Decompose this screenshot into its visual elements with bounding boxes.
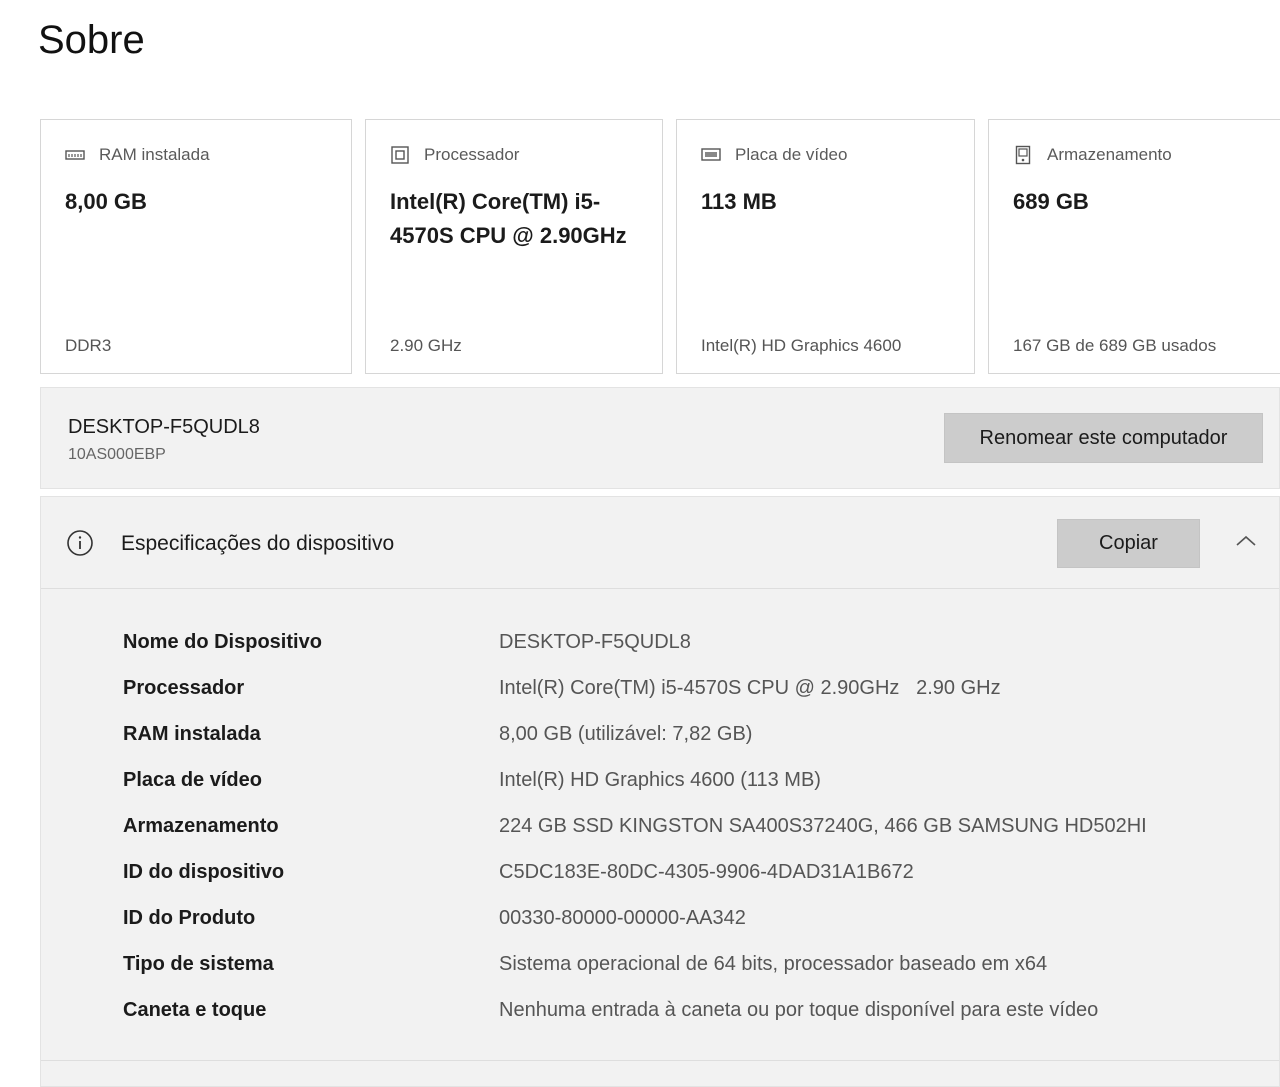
spec-value: C5DC183E-80DC-4305-9906-4DAD31A1B672 bbox=[499, 861, 914, 883]
spec-value: DESKTOP-F5QUDL8 bbox=[499, 631, 691, 653]
page-title: Sobre bbox=[38, 18, 145, 62]
device-specifications-section: Especificações do dispositivo Copiar Nom… bbox=[40, 496, 1280, 1087]
spec-row: Nome do Dispositivo DESKTOP-F5QUDL8 bbox=[41, 619, 1279, 665]
ram-card: RAM instalada 8,00 GB DDR3 bbox=[40, 119, 352, 374]
spec-key: Tipo de sistema bbox=[123, 953, 274, 975]
ram-icon bbox=[65, 145, 85, 165]
computer-model: 10AS000EBP bbox=[68, 446, 166, 463]
card-label: Placa de vídeo bbox=[735, 145, 848, 164]
graphics-card: Placa de vídeo 113 MB Intel(R) HD Graphi… bbox=[676, 119, 975, 374]
graphics-card-icon bbox=[701, 145, 721, 165]
computer-name: DESKTOP-F5QUDL8 bbox=[68, 416, 260, 438]
spec-value: Nenhuma entrada à caneta ou por toque di… bbox=[499, 999, 1099, 1021]
computer-name-section: DESKTOP-F5QUDL8 10AS000EBP Renomear este… bbox=[40, 387, 1280, 489]
spec-key: Armazenamento bbox=[123, 815, 279, 837]
card-detail: 2.90 GHz bbox=[390, 336, 462, 355]
spec-value: 00330-80000-00000-AA342 bbox=[499, 907, 746, 929]
card-detail: 167 GB de 689 GB usados bbox=[1013, 336, 1217, 355]
spec-key: RAM instalada bbox=[123, 723, 261, 745]
spec-row: ID do dispositivo C5DC183E-80DC-4305-990… bbox=[41, 849, 1279, 895]
processor-card: Processador Intel(R) Core(TM) i5-4570S C… bbox=[365, 119, 663, 374]
specs-header[interactable]: Especificações do dispositivo Copiar bbox=[41, 497, 1279, 589]
spec-key: Processador bbox=[123, 677, 245, 699]
storage-icon bbox=[1013, 145, 1033, 165]
about-page: Sobre RAM instalada 8,00 GB DDR3 Process… bbox=[0, 0, 1280, 1087]
divider bbox=[41, 1060, 1279, 1061]
copy-button[interactable]: Copiar bbox=[1057, 519, 1200, 568]
spec-key: Nome do Dispositivo bbox=[123, 631, 322, 653]
spec-row: Tipo de sistema Sistema operacional de 6… bbox=[41, 941, 1279, 987]
hardware-cards: RAM instalada 8,00 GB DDR3 Processador I… bbox=[40, 119, 1280, 374]
specs-title: Especificações do dispositivo bbox=[121, 532, 395, 555]
processor-icon bbox=[390, 145, 410, 165]
spec-value: Sistema operacional de 64 bits, processa… bbox=[499, 953, 1048, 975]
storage-card: Armazenamento 689 GB 167 GB de 689 GB us… bbox=[988, 119, 1280, 374]
spec-value: Intel(R) HD Graphics 4600 (113 MB) bbox=[499, 769, 821, 791]
info-icon bbox=[66, 529, 94, 557]
spec-value: Intel(R) Core(TM) i5-4570S CPU @ 2.90GHz… bbox=[499, 677, 1001, 699]
card-value: 113 MB bbox=[701, 189, 777, 214]
card-detail: Intel(R) HD Graphics 4600 bbox=[701, 336, 902, 355]
card-value: 689 GB bbox=[1013, 189, 1089, 214]
spec-row: Placa de vídeo Intel(R) HD Graphics 4600… bbox=[41, 757, 1279, 803]
card-label: RAM instalada bbox=[99, 145, 210, 164]
spec-key: Placa de vídeo bbox=[123, 769, 262, 791]
chevron-up-icon[interactable] bbox=[1234, 531, 1258, 551]
spec-value: 224 GB SSD KINGSTON SA400S37240G, 466 GB… bbox=[499, 815, 1147, 837]
spec-row: Caneta e toque Nenhuma entrada à caneta … bbox=[41, 987, 1279, 1033]
spec-key: Caneta e toque bbox=[123, 999, 267, 1021]
spec-key: ID do Produto bbox=[123, 907, 256, 929]
card-value: Intel(R) Core(TM) i5-4570S CPU @ 2.90GHz bbox=[390, 189, 627, 248]
card-label: Armazenamento bbox=[1047, 145, 1172, 164]
card-value: 8,00 GB bbox=[65, 189, 147, 214]
spec-key: ID do dispositivo bbox=[123, 861, 285, 883]
spec-value: 8,00 GB (utilizável: 7,82 GB) bbox=[499, 723, 753, 745]
rename-computer-button[interactable]: Renomear este computador bbox=[944, 413, 1263, 463]
card-detail: DDR3 bbox=[65, 336, 112, 355]
spec-row: Armazenamento 224 GB SSD KINGSTON SA400S… bbox=[41, 803, 1279, 849]
spec-row: Processador Intel(R) Core(TM) i5-4570S C… bbox=[41, 665, 1279, 711]
spec-row: ID do Produto 00330-80000-00000-AA342 bbox=[41, 895, 1279, 941]
spec-row: RAM instalada 8,00 GB (utilizável: 7,82 … bbox=[41, 711, 1279, 757]
card-label: Processador bbox=[424, 145, 520, 164]
